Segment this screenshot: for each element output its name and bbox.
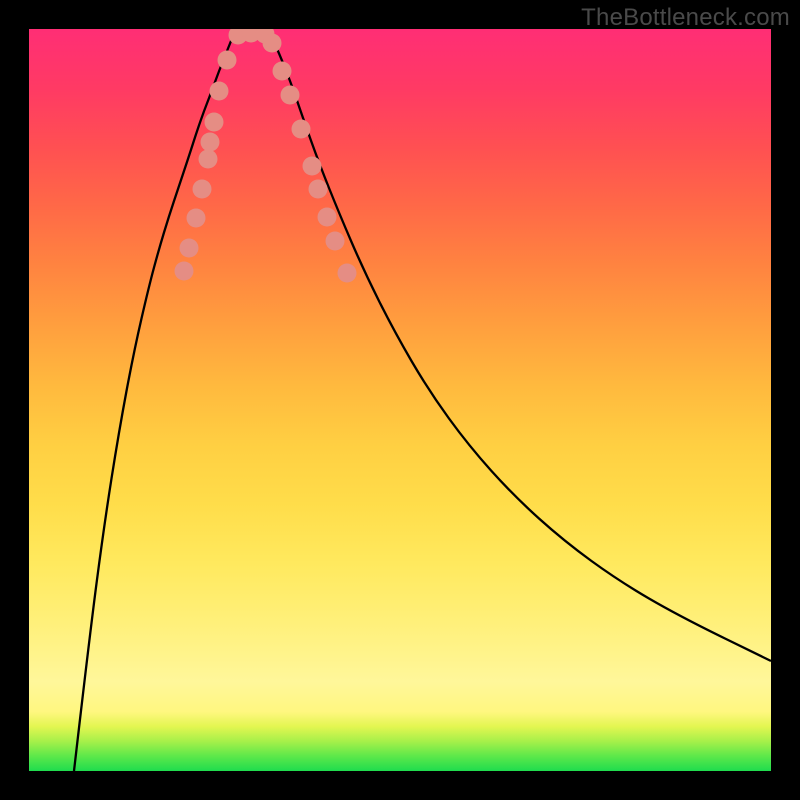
curve-path [74, 30, 771, 771]
marker-dot [318, 208, 337, 227]
marker-dot [199, 150, 218, 169]
chart-svg [29, 29, 771, 771]
marker-dot [180, 239, 199, 258]
marker-dot [256, 29, 275, 44]
marker-dot [242, 29, 261, 43]
marker-dot [218, 51, 237, 70]
marker-dot [201, 133, 220, 152]
chart-frame: TheBottleneck.com [0, 0, 800, 800]
marker-dot [187, 209, 206, 228]
plot-area [29, 29, 771, 771]
marker-dot [338, 264, 357, 283]
marker-dot [273, 62, 292, 81]
marker-dot [303, 157, 322, 176]
marker-dot [309, 180, 328, 199]
marker-dot [193, 180, 212, 199]
marker-dot [210, 82, 229, 101]
marker-dot [175, 262, 194, 281]
watermark-text: TheBottleneck.com [581, 4, 790, 32]
marker-dots [175, 29, 357, 283]
bottleneck-curve [74, 30, 771, 771]
marker-dot [229, 29, 248, 45]
marker-dot [326, 232, 345, 251]
marker-dot [205, 113, 224, 132]
marker-dot [263, 34, 282, 53]
marker-dot [292, 120, 311, 139]
marker-dot [281, 86, 300, 105]
